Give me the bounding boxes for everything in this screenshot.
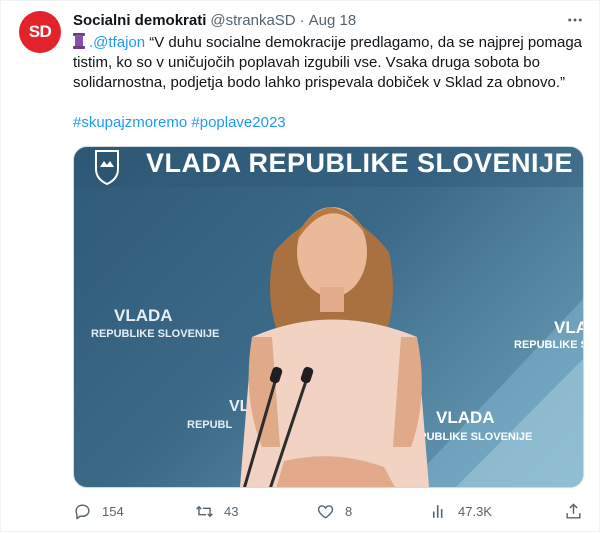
like-count: 8 xyxy=(345,503,353,519)
heart-icon xyxy=(317,504,334,519)
avatar[interactable]: SD xyxy=(19,11,61,53)
reply-count: 154 xyxy=(102,503,124,519)
banner-text: VLADA REPUBLIKE SLOVENIJE xyxy=(146,148,573,178)
retweet-icon xyxy=(196,505,213,517)
tweet-header: Socialni demokrati @strankaSD · Aug 18 xyxy=(73,10,356,30)
spool-emoji-icon xyxy=(73,33,85,49)
author-name[interactable]: Socialni demokrati xyxy=(73,12,206,29)
views-icon xyxy=(432,504,443,518)
reply-button[interactable]: 154 xyxy=(73,499,124,523)
tweet-photo[interactable]: VLADA REPUBLIKE SLOVENIJE VLADA REPUBLIK… xyxy=(73,146,584,488)
speaker-figure xyxy=(240,207,429,487)
separator-dot: · xyxy=(299,11,305,29)
backdrop-left-line1: VLADA xyxy=(114,306,173,325)
backdrop-lowleft-line2: REPUBL xyxy=(187,419,233,431)
share-icon xyxy=(565,502,581,519)
tweet-date[interactable]: Aug 18 xyxy=(309,12,357,29)
backdrop-center-line1: VLADA xyxy=(436,408,495,427)
retweet-count: 43 xyxy=(224,503,239,519)
backdrop-right-line2: REPUBLIKE SLOVENIJE xyxy=(514,339,584,351)
tweet-actions: 154 43 8 47.3K xyxy=(73,499,583,523)
tweet-text: .@tfajon “V duhu socialne demokracije pr… xyxy=(73,33,583,93)
tweet-body: “V duhu socialne demokracije predlagamo,… xyxy=(73,34,583,91)
hashtag-links[interactable]: #skupajzmoremo #poplave2023 xyxy=(73,113,286,133)
backdrop-right-line1: VLADA xyxy=(554,318,584,337)
views-count: 47.3K xyxy=(458,503,492,519)
retweet-button[interactable]: 43 xyxy=(195,499,238,523)
coat-of-arms-icon xyxy=(95,150,119,186)
views-button[interactable]: 47.3K xyxy=(429,499,492,523)
avatar-text: SD xyxy=(28,22,52,41)
mention-link[interactable]: .@tfajon xyxy=(89,34,145,51)
like-button[interactable]: 8 xyxy=(316,499,352,523)
reply-icon xyxy=(75,503,90,519)
backdrop-left-line2: REPUBLIKE SLOVENIJE xyxy=(91,328,219,340)
author-handle[interactable]: @strankaSD xyxy=(210,12,295,29)
tweet-card[interactable]: SD Socialni demokrati @strankaSD · Aug 1… xyxy=(0,0,600,532)
more-options-icon[interactable] xyxy=(563,9,587,31)
share-button[interactable] xyxy=(561,499,585,523)
